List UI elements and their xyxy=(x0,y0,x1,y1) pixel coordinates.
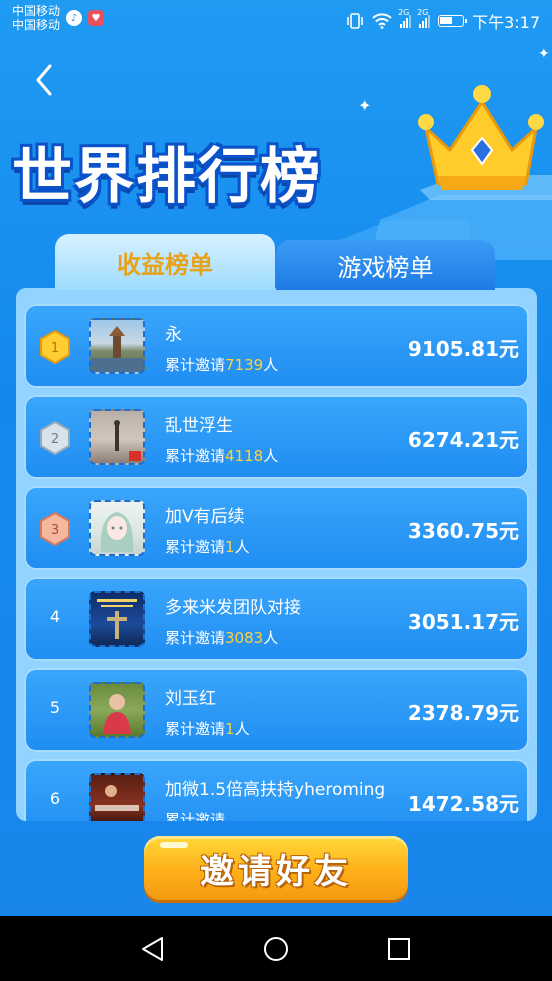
silver-medal-icon: 2 xyxy=(40,421,70,455)
user-name: 多来米发团队对接 xyxy=(165,598,301,618)
network-type-2: 2G xyxy=(417,8,429,17)
rank-number: 5 xyxy=(49,698,61,717)
avatar xyxy=(89,682,145,738)
user-name: 永 xyxy=(165,325,182,345)
tab-earnings-label: 收益榜单 xyxy=(117,250,213,279)
rank-number: 4 xyxy=(49,607,61,626)
earnings-amount: 3051.17元 xyxy=(407,610,519,634)
gold-medal-icon: 1 xyxy=(40,330,70,364)
rank-number: 1 xyxy=(51,341,59,356)
status-bar: 中国移动 中国移动 ♪ ♥ 2G 2G 下午3:17 xyxy=(0,0,552,38)
earnings-amount: 6274.21元 xyxy=(407,428,519,452)
carrier-info: 中国移动 中国移动 xyxy=(12,4,60,32)
avatar xyxy=(89,500,145,556)
system-nav-bar xyxy=(0,916,552,981)
invite-count: 累计邀请1人 xyxy=(165,720,250,738)
status-right: 2G 2G 下午3:17 xyxy=(346,8,540,33)
tab-earnings[interactable]: 收益榜单 xyxy=(55,234,275,290)
list-item[interactable]: 1 永 累计邀请7139人 9105.81元 xyxy=(24,304,529,388)
avatar xyxy=(89,591,145,647)
list-item[interactable]: 2 乱世浮生 累计邀请4118人 6274.21元 xyxy=(24,395,529,479)
avatar xyxy=(89,318,145,374)
nav-home-icon[interactable] xyxy=(261,934,291,964)
button-shine-decoration xyxy=(160,842,188,848)
invite-count: 累计邀请 xyxy=(165,811,226,821)
carrier-2: 中国移动 xyxy=(12,18,61,32)
crown-icon xyxy=(418,85,544,190)
battery-icon xyxy=(438,15,468,27)
user-name: 加微1.5倍高扶持yheroming xyxy=(165,780,386,800)
invite-friends-label: 邀请好友 xyxy=(200,851,352,892)
nav-back-icon[interactable] xyxy=(138,934,168,964)
list-item[interactable]: 5 刘玉红 累计邀请1人 2378.79元 xyxy=(24,668,529,752)
sparkle-icon: ✦ xyxy=(358,96,372,115)
back-arrow-icon[interactable] xyxy=(30,62,60,98)
app-notification-icon: ♥ xyxy=(88,10,104,26)
earnings-amount: 3360.75元 xyxy=(407,519,519,543)
avatar xyxy=(89,773,145,821)
page-title: 世界排行榜 xyxy=(12,142,322,212)
nav-recents-icon[interactable] xyxy=(384,934,414,964)
vibrate-icon xyxy=(347,13,363,29)
network-type-1: 2G xyxy=(398,8,410,17)
invite-count: 累计邀请3083人 xyxy=(165,629,279,647)
earnings-amount: 9105.81元 xyxy=(407,337,519,361)
avatar xyxy=(89,409,145,465)
user-name: 加V有后续 xyxy=(165,507,245,527)
rank-number: 3 xyxy=(51,523,59,538)
list-item[interactable]: 4 多来米发团队对接 累计邀请3083人 3051.17元 xyxy=(24,577,529,661)
list-item[interactable]: 6 加微1.5倍高扶持yheroming 累计邀请 1472.58元 xyxy=(24,759,529,821)
list-item[interactable]: 3 加V有后续 累计邀请1人 3360.75元 xyxy=(24,486,529,570)
earnings-amount: 2378.79元 xyxy=(407,701,519,725)
rank-number: 2 xyxy=(51,432,59,447)
wifi-icon xyxy=(372,13,392,29)
tiktok-icon: ♪ xyxy=(66,10,82,26)
ranking-list[interactable]: 1 永 累计邀请7139人 9105.81元 2 乱世浮生 累计邀请4118人 … xyxy=(16,288,537,821)
clock: 下午3:17 xyxy=(472,13,540,32)
bronze-medal-icon: 3 xyxy=(40,512,70,546)
invite-count: 累计邀请1人 xyxy=(165,538,250,556)
rank-number: 6 xyxy=(49,789,61,808)
sparkle-icon: ✦ xyxy=(538,46,550,62)
notification-icons: ♪ ♥ xyxy=(66,10,104,26)
tab-games[interactable]: 游戏榜单 xyxy=(276,240,495,290)
user-name: 乱世浮生 xyxy=(165,416,233,436)
invite-count: 累计邀请7139人 xyxy=(165,356,279,374)
user-name: 刘玉红 xyxy=(165,689,216,709)
tab-games-label: 游戏榜单 xyxy=(337,253,434,282)
invite-count: 累计邀请4118人 xyxy=(165,447,279,465)
carrier-1: 中国移动 xyxy=(12,4,61,18)
earnings-amount: 1472.58元 xyxy=(407,792,519,816)
